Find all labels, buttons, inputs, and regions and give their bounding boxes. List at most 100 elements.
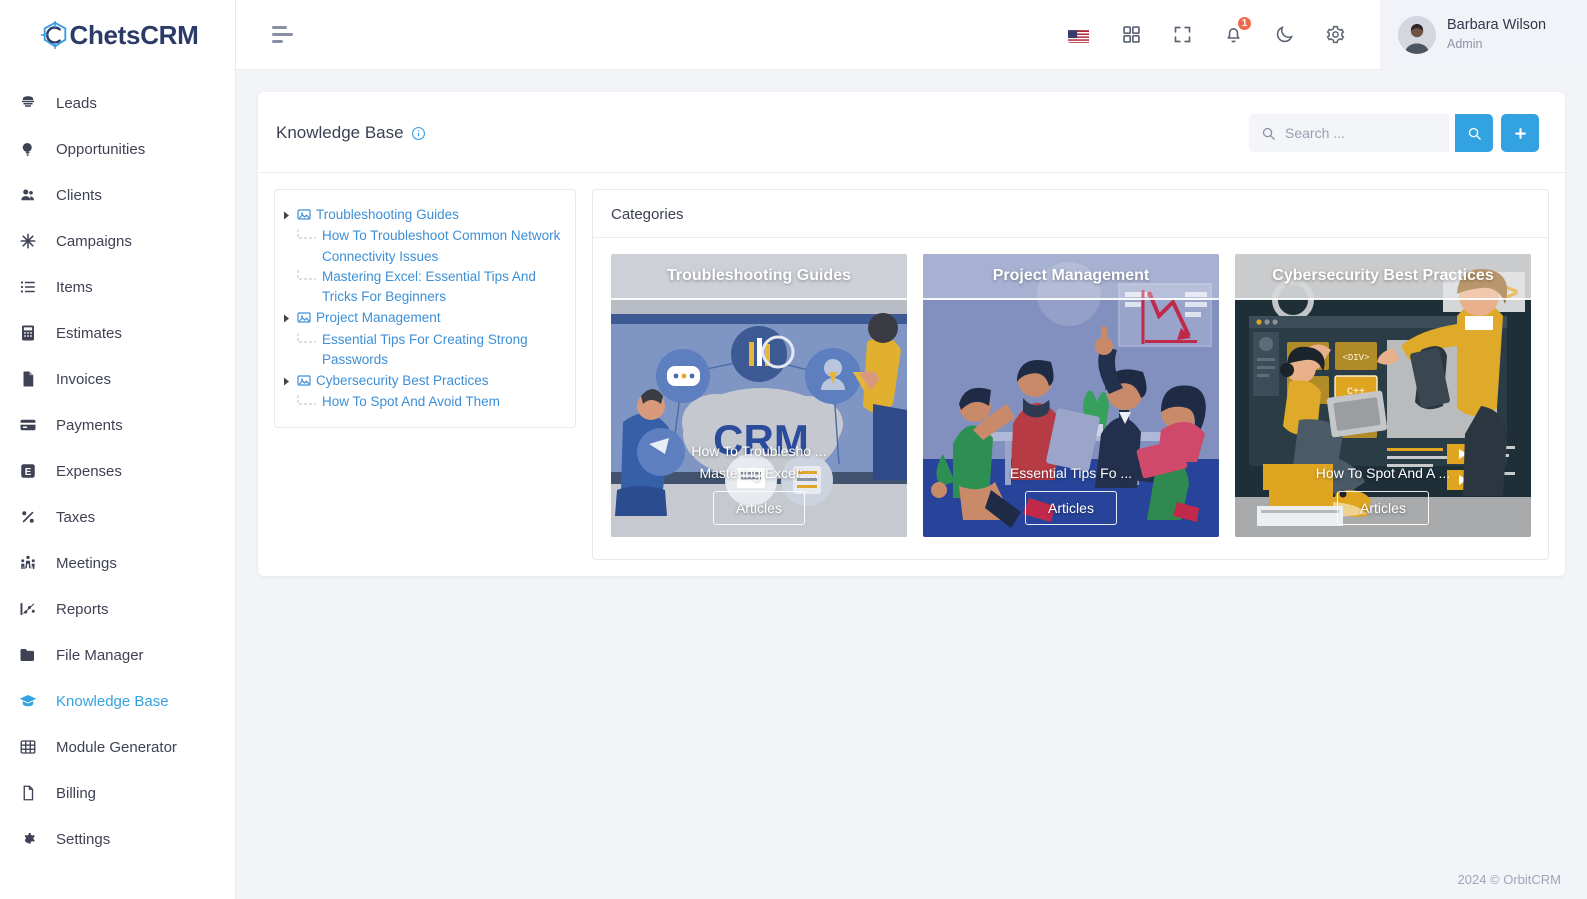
opportunities-icon bbox=[18, 139, 38, 159]
sidebar-item-leads[interactable]: Leads bbox=[0, 80, 235, 126]
taxes-icon bbox=[18, 507, 38, 527]
sidebar-item-knowledge-base[interactable]: Knowledge Base bbox=[0, 678, 235, 724]
graduation-cap-icon bbox=[18, 691, 38, 711]
sidebar-item-settings[interactable]: Settings bbox=[0, 816, 235, 862]
sidebar-item-expenses[interactable]: E Expenses bbox=[0, 448, 235, 494]
search-button[interactable] bbox=[1455, 114, 1493, 152]
card-header-band: Project Management bbox=[923, 254, 1219, 300]
main-area: 1 Barbara Wilson Admin Knowledge Base Se… bbox=[236, 0, 1587, 899]
tree-node[interactable]: Troubleshooting Guides bbox=[283, 204, 565, 226]
svg-text:E: E bbox=[25, 467, 32, 478]
tree-child[interactable]: Mastering Excel: Essential Tips And Tric… bbox=[283, 267, 565, 308]
sidebar-item-module-generator[interactable]: Module Generator bbox=[0, 724, 235, 770]
tree-elbow-icon bbox=[294, 395, 318, 411]
chevron-right-icon[interactable] bbox=[283, 377, 292, 386]
card-articles-button[interactable]: Articles bbox=[713, 491, 805, 525]
folder-icon bbox=[18, 645, 38, 665]
hamburger-line bbox=[272, 40, 283, 43]
fullscreen-icon[interactable] bbox=[1172, 24, 1193, 45]
tree-child[interactable]: How To Troubleshoot Common Network Conne… bbox=[283, 226, 565, 267]
brand-logo[interactable]: ChetsCRM bbox=[0, 0, 235, 70]
crm-logo-icon bbox=[40, 20, 70, 50]
card-article-link[interactable]: Essential Tips Fo ... bbox=[1010, 465, 1132, 481]
sidebar-item-label: Leads bbox=[56, 94, 97, 112]
sidebar-item-label: Payments bbox=[56, 416, 123, 434]
card-article-link[interactable]: How To Troublesho ... bbox=[691, 443, 826, 459]
chevron-right-icon[interactable] bbox=[283, 314, 292, 323]
sidebar-item-taxes[interactable]: Taxes bbox=[0, 494, 235, 540]
category-image-icon bbox=[297, 311, 311, 325]
add-button[interactable] bbox=[1501, 114, 1539, 152]
hamburger-line bbox=[272, 33, 293, 36]
info-circle-icon[interactable] bbox=[411, 126, 426, 141]
tree-category-link[interactable]: Cybersecurity Best Practices bbox=[316, 371, 489, 391]
sidebar-item-billing[interactable]: Billing bbox=[0, 770, 235, 816]
card-article-link[interactable]: How To Spot And A ... bbox=[1316, 465, 1450, 481]
card-article-link[interactable]: Mastering Excel: ... bbox=[699, 465, 818, 481]
tree-child[interactable]: How To Spot And Avoid Them bbox=[283, 392, 565, 412]
chevron-right-icon[interactable] bbox=[283, 211, 292, 220]
sidebar-item-opportunities[interactable]: Opportunities bbox=[0, 126, 235, 172]
sidebar-item-items[interactable]: Items bbox=[0, 264, 235, 310]
category-card-troubleshooting-guides[interactable]: CRM Troubleshooting Guides How To Troubl… bbox=[611, 254, 907, 537]
tree-article-link[interactable]: Essential Tips For Creating Strong Passw… bbox=[322, 330, 565, 371]
clients-icon bbox=[18, 185, 38, 205]
meetings-icon bbox=[18, 553, 38, 573]
category-tree: Troubleshooting Guides How To Troublesho… bbox=[274, 189, 576, 428]
tree-elbow-icon bbox=[294, 269, 318, 286]
tree-node[interactable]: Cybersecurity Best Practices bbox=[283, 370, 565, 392]
search-input[interactable] bbox=[1285, 125, 1437, 141]
sidebar-item-label: File Manager bbox=[56, 646, 144, 664]
card-footer: How To Troublesho ... Mastering Excel: .… bbox=[611, 443, 907, 525]
sidebar-item-payments[interactable]: Payments bbox=[0, 402, 235, 448]
svg-text:<DIV>: <DIV> bbox=[1342, 353, 1369, 363]
sidebar-item-label: Clients bbox=[56, 186, 102, 204]
tree-category-link[interactable]: Project Management bbox=[316, 308, 441, 328]
tree-article-link[interactable]: How To Troubleshoot Common Network Conne… bbox=[322, 226, 565, 267]
card-header-band: Cybersecurity Best Practices bbox=[1235, 254, 1531, 300]
categories-heading: Categories bbox=[611, 206, 684, 223]
language-flag-us-icon[interactable] bbox=[1068, 27, 1091, 43]
reports-icon bbox=[18, 599, 38, 619]
tree-child[interactable]: Essential Tips For Creating Strong Passw… bbox=[283, 330, 565, 371]
card-articles-button[interactable]: Articles bbox=[1337, 491, 1429, 525]
topbar-right: 1 Barbara Wilson Admin bbox=[1068, 0, 1587, 70]
sidebar-item-campaigns[interactable]: Campaigns bbox=[0, 218, 235, 264]
hamburger-icon[interactable] bbox=[272, 26, 294, 43]
tree-node[interactable]: Project Management bbox=[283, 307, 565, 329]
tree-article-link[interactable]: How To Spot And Avoid Them bbox=[322, 392, 500, 412]
search-field[interactable] bbox=[1249, 114, 1449, 152]
category-image-icon bbox=[297, 374, 311, 388]
apps-grid-icon[interactable] bbox=[1121, 24, 1142, 45]
notification-badge: 1 bbox=[1236, 15, 1253, 32]
sidebar-item-estimates[interactable]: Estimates bbox=[0, 310, 235, 356]
card-articles-button[interactable]: Articles bbox=[1025, 491, 1117, 525]
card-title: Project Management bbox=[992, 267, 1150, 284]
sidebar-item-file-manager[interactable]: File Manager bbox=[0, 632, 235, 678]
category-card-project-management[interactable]: Project Management Essential Tips Fo ...… bbox=[923, 254, 1219, 537]
gear-icon bbox=[18, 829, 38, 849]
dark-mode-moon-icon[interactable] bbox=[1274, 24, 1295, 45]
panel-body: Troubleshooting Guides How To Troublesho… bbox=[258, 173, 1565, 576]
sidebar-item-label: Invoices bbox=[56, 370, 112, 388]
sidebar-item-label: Estimates bbox=[56, 324, 122, 342]
user-menu[interactable]: Barbara Wilson Admin bbox=[1380, 0, 1587, 70]
sidebar-nav: Leads Opportunities Clients Campaigns It… bbox=[0, 70, 235, 862]
sidebar-item-meetings[interactable]: Meetings bbox=[0, 540, 235, 586]
sidebar-item-label: Settings bbox=[56, 830, 111, 848]
sidebar-item-reports[interactable]: Reports bbox=[0, 586, 235, 632]
tree-elbow-icon bbox=[294, 229, 318, 245]
tree-category-link[interactable]: Troubleshooting Guides bbox=[316, 205, 459, 225]
search-toolbar bbox=[1249, 114, 1539, 152]
settings-gear-icon[interactable] bbox=[1325, 24, 1346, 45]
category-cards-row: CRM Troubleshooting Guides How To Troubl… bbox=[593, 238, 1548, 559]
expenses-icon: E bbox=[18, 461, 38, 481]
sidebar-item-clients[interactable]: Clients bbox=[0, 172, 235, 218]
category-image-icon bbox=[297, 208, 311, 222]
notifications-bell-icon[interactable]: 1 bbox=[1223, 15, 1253, 45]
category-card-cybersecurity-best-practices[interactable]: </> <html> bbox=[1235, 254, 1531, 537]
leads-icon bbox=[18, 93, 38, 113]
tree-article-link[interactable]: Mastering Excel: Essential Tips And Tric… bbox=[322, 267, 565, 308]
sidebar-item-label: Module Generator bbox=[56, 738, 177, 756]
sidebar-item-invoices[interactable]: Invoices bbox=[0, 356, 235, 402]
